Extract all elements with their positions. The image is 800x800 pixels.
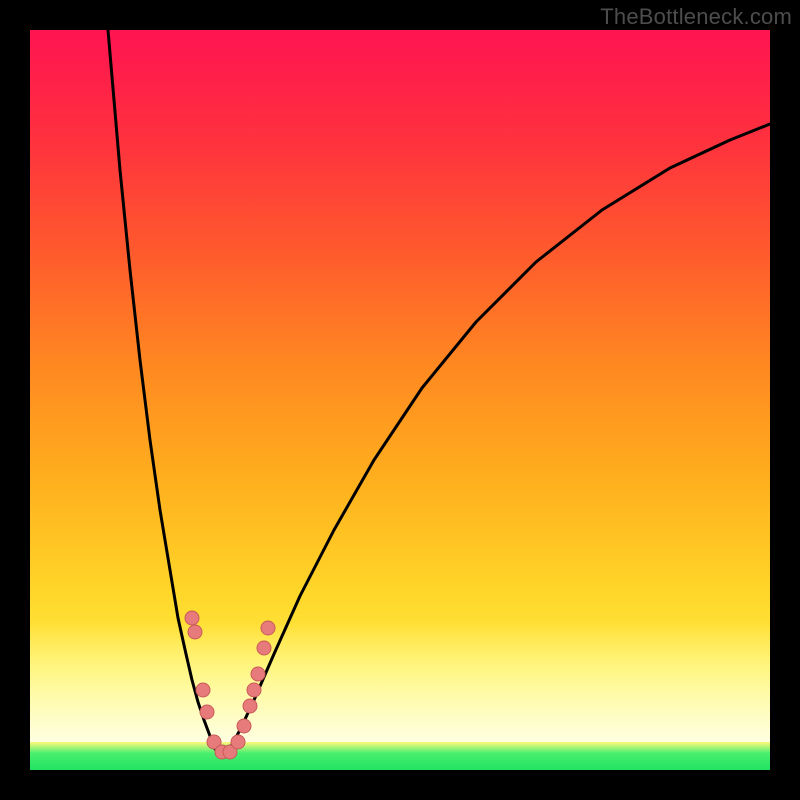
valley-dot	[243, 699, 257, 713]
valley-dot	[185, 611, 199, 625]
valley-dot	[237, 719, 251, 733]
valley-dot	[188, 625, 202, 639]
watermark-text: TheBottleneck.com	[600, 4, 792, 30]
plot-area	[30, 30, 770, 770]
series-left-branch	[108, 30, 214, 748]
valley-dot	[196, 683, 210, 697]
valley-dot	[247, 683, 261, 697]
valley-dot	[251, 667, 265, 681]
curve-layer	[30, 30, 770, 770]
valley-dot	[200, 705, 214, 719]
series-right-branch	[230, 124, 770, 748]
valley-dot	[231, 735, 245, 749]
valley-dot	[261, 621, 275, 635]
valley-dot	[257, 641, 271, 655]
chart-frame: TheBottleneck.com	[0, 0, 800, 800]
